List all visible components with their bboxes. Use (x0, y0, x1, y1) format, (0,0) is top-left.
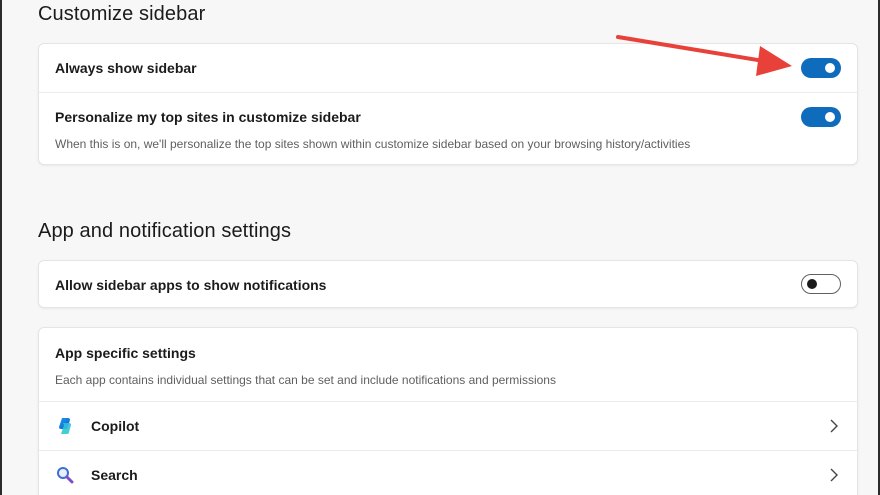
section-title-app-notification: App and notification settings (38, 220, 292, 242)
section-title-customize-sidebar: Customize sidebar (38, 3, 206, 25)
allow-notifications-row: Allow sidebar apps to show notifications (39, 261, 857, 307)
allow-notifications-toggle[interactable] (801, 274, 841, 294)
personalize-top-sites-row: Personalize my top sites in customize si… (39, 92, 857, 165)
always-show-sidebar-row: Always show sidebar (39, 44, 857, 92)
toggle-knob (825, 63, 835, 73)
app-label-copilot: Copilot (91, 418, 140, 434)
chevron-right-icon (829, 468, 839, 482)
customize-sidebar-card: Always show sidebar Personalize my top s… (38, 43, 858, 165)
app-specific-settings-header: App specific settings Each app contains … (39, 328, 857, 401)
copilot-icon (55, 416, 75, 436)
app-specific-settings-description: Each app contains individual settings th… (55, 373, 556, 387)
chevron-right-icon (829, 419, 839, 433)
app-specific-settings-card: App specific settings Each app contains … (38, 327, 858, 495)
personalize-top-sites-toggle[interactable] (801, 107, 841, 127)
always-show-sidebar-toggle[interactable] (801, 58, 841, 78)
app-specific-settings-label: App specific settings (55, 345, 196, 361)
allow-notifications-label: Allow sidebar apps to show notifications (55, 277, 327, 293)
app-label-search: Search (91, 467, 138, 483)
allow-notifications-card: Allow sidebar apps to show notifications (38, 260, 858, 308)
personalize-top-sites-description: When this is on, we'll personalize the t… (55, 137, 691, 151)
personalize-top-sites-label: Personalize my top sites in customize si… (55, 109, 361, 125)
window-border-left (0, 0, 2, 495)
app-row-search[interactable]: Search (39, 450, 857, 495)
app-row-copilot[interactable]: Copilot (39, 401, 857, 450)
search-icon (55, 465, 75, 485)
toggle-knob (807, 279, 817, 289)
always-show-sidebar-label: Always show sidebar (55, 60, 197, 76)
toggle-knob (825, 112, 835, 122)
